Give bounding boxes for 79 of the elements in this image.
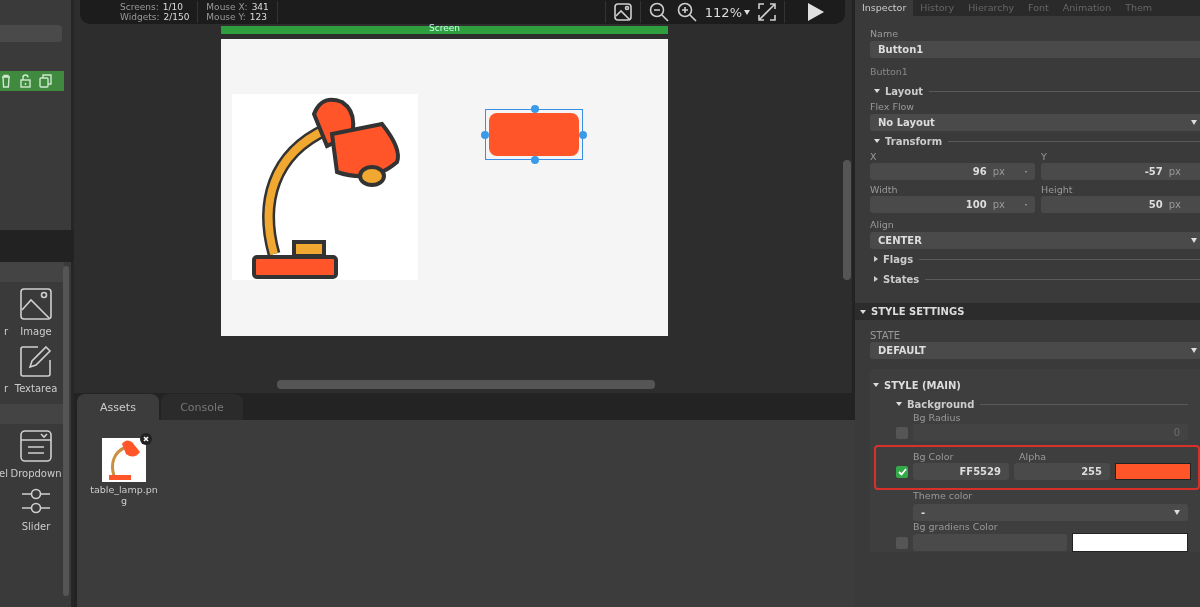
widget-label[interactable]: r xyxy=(3,326,8,337)
selected-widget-row[interactable] xyxy=(0,71,64,91)
section-header[interactable]: STYLE SETTINGS xyxy=(855,303,1200,320)
field-label: Bg gradiens Color xyxy=(913,521,998,533)
field-label: Theme color xyxy=(913,490,973,502)
dropdown[interactable]: CENTER xyxy=(870,232,1200,249)
field-label: Alpha xyxy=(1019,451,1046,463)
section-header[interactable]: Layout xyxy=(874,85,924,97)
widget-label[interactable]: Dropdown xyxy=(10,468,62,479)
remove-asset-button[interactable] xyxy=(140,433,152,445)
field-label: Width xyxy=(870,184,899,196)
section-header[interactable]: Flags xyxy=(874,253,914,265)
dropdown-icon xyxy=(20,430,52,462)
field-label: STATE xyxy=(870,330,902,342)
widget-label[interactable]: r xyxy=(3,383,8,394)
field-label: Align xyxy=(870,219,895,231)
dropdown[interactable]: No Layout xyxy=(870,114,1200,131)
dropdown[interactable]: - xyxy=(913,504,1188,521)
resize-handle[interactable] xyxy=(481,131,489,139)
fit-screen-icon xyxy=(758,3,776,21)
panel-tab[interactable]: Assets xyxy=(77,394,159,420)
number-field[interactable]: 50 px xyxy=(1041,196,1200,213)
check-icon xyxy=(897,467,907,476)
resize-handle[interactable] xyxy=(579,131,587,139)
image-icon xyxy=(20,288,52,320)
stat-label: Widgets: xyxy=(120,12,160,22)
zoom-dropdown[interactable]: 112% xyxy=(704,4,750,20)
screen-title: Screen xyxy=(221,26,668,34)
color-swatch[interactable] xyxy=(1115,463,1191,480)
copy-icon xyxy=(39,74,52,88)
field-label: Height xyxy=(1041,184,1074,196)
stat-label: Mouse X: xyxy=(206,2,248,12)
play-icon xyxy=(807,2,825,22)
close-icon xyxy=(143,436,149,442)
section-header[interactable]: STYLE (MAIN) xyxy=(873,377,1200,393)
resize-handle[interactable] xyxy=(531,105,539,113)
section-header[interactable]: Transform xyxy=(874,135,943,147)
widget-label[interactable]: el xyxy=(0,468,8,479)
field-label: Bg Color xyxy=(913,451,955,463)
stat-label: Screens: xyxy=(120,2,159,12)
stat-value: 341 xyxy=(251,2,269,12)
section-header[interactable]: States xyxy=(874,273,920,285)
field-label: Name xyxy=(870,28,900,40)
number-field[interactable]: 96 px xyxy=(870,163,1035,180)
asset-filename[interactable]: table_lamp.png xyxy=(90,484,158,506)
section-header[interactable]: Background xyxy=(896,398,975,410)
widget-type: Button1 xyxy=(870,66,909,77)
alpha-field[interactable]: 255 xyxy=(1014,463,1110,480)
color-swatch[interactable] xyxy=(1072,533,1188,552)
stat-value: 1/10 xyxy=(162,2,183,12)
edit-icon xyxy=(20,345,52,377)
resize-handle[interactable] xyxy=(531,156,539,164)
inspector-tab[interactable]: Inspector xyxy=(855,0,914,16)
zoom-out-icon xyxy=(648,2,669,22)
scrollbar[interactable] xyxy=(277,380,655,389)
widget-label[interactable]: Textarea xyxy=(14,383,58,394)
checkbox[interactable] xyxy=(896,465,908,478)
zoom-in-icon xyxy=(676,2,697,22)
stat-value: 2/150 xyxy=(163,12,190,22)
field-label: Flex Flow xyxy=(870,101,916,113)
slider-icon xyxy=(21,487,51,515)
stat-label: Mouse Y: xyxy=(206,12,246,22)
hex-field[interactable]: FF5529 xyxy=(913,463,1009,480)
image-icon xyxy=(613,3,632,21)
scrollbar[interactable] xyxy=(63,266,69,596)
field-label: Y xyxy=(1041,151,1048,163)
lamp-thumbnail xyxy=(102,438,146,482)
widget-label[interactable]: Slider xyxy=(21,521,51,532)
number-field[interactable]: -57 px xyxy=(1041,163,1200,180)
field-label: X xyxy=(870,151,878,163)
name-field[interactable]: Button1 xyxy=(870,41,1200,58)
widget-label[interactable]: Image xyxy=(20,326,52,337)
scrollbar[interactable] xyxy=(843,160,851,280)
field-label: Bg Radius xyxy=(913,412,961,424)
unlocked-lock-icon xyxy=(19,74,32,88)
number-field[interactable]: 100 px xyxy=(870,196,1035,213)
stat-value: 123 xyxy=(249,12,267,22)
dropdown[interactable]: DEFAULT xyxy=(870,342,1200,359)
trash-icon xyxy=(0,74,12,88)
